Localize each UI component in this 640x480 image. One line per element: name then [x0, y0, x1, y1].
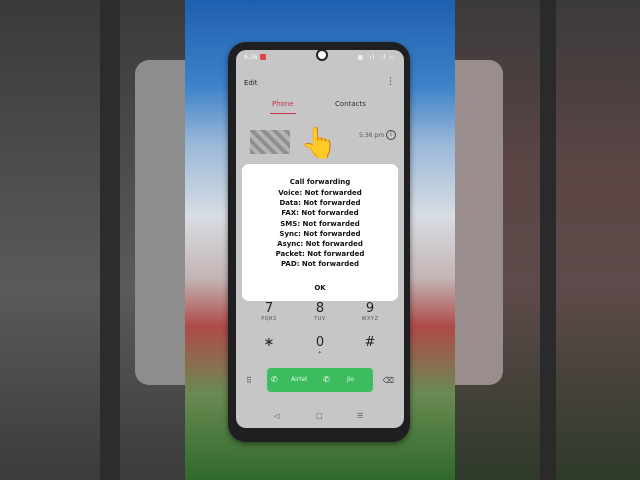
- key-0[interactable]: 0 +: [300, 335, 340, 357]
- status-fax: FAX: Not forwarded: [281, 209, 359, 218]
- nav-back-icon[interactable]: ◁: [274, 412, 279, 420]
- key-digit: 0: [315, 335, 325, 350]
- key-digit: ∗: [263, 335, 275, 350]
- dialog-title: Call forwarding: [289, 178, 351, 186]
- dialog-status-list: Voice: Not forwarded Data: Not forwarded…: [242, 188, 398, 270]
- key-letters: PQRS: [261, 316, 277, 322]
- ok-button[interactable]: OK: [308, 282, 332, 294]
- tab-phone[interactable]: Phone: [272, 100, 294, 108]
- more-options-icon[interactable]: ⋮: [386, 77, 395, 87]
- blurred-contact: [250, 130, 290, 154]
- background-left-card: [135, 60, 185, 385]
- call-forwarding-dialog: Call forwarding Voice: Not forwarded Dat…: [242, 164, 398, 301]
- background-right-card: [455, 60, 503, 385]
- status-sync: Sync: Not forwarded: [279, 229, 361, 238]
- backspace-icon[interactable]: ⌫: [383, 376, 394, 385]
- notification-badge: [260, 54, 266, 60]
- key-7[interactable]: 7 PQRS: [249, 301, 289, 323]
- background-left-strip: [100, 0, 120, 480]
- status-data: Data: Not forwarded: [279, 199, 361, 208]
- front-camera: [316, 49, 328, 61]
- background-right-strip: [540, 0, 556, 480]
- phone-icon[interactable]: ✆: [271, 375, 278, 384]
- key-hash[interactable]: #: [350, 336, 390, 350]
- active-tab-indicator: [270, 113, 296, 114]
- info-icon[interactable]: i: [386, 130, 396, 140]
- key-letters: TUV: [314, 316, 326, 322]
- navigation-bar: ◁ □ ☰: [236, 412, 404, 426]
- status-voice: Voice: Not forwarded: [278, 189, 362, 197]
- key-digit: 9: [365, 301, 375, 316]
- status-packet: Packet: Not forwarded: [275, 250, 365, 259]
- status-async: Async: Not forwarded: [277, 239, 363, 248]
- key-digit: #: [364, 335, 376, 350]
- status-sms: SMS: Not forwarded: [280, 219, 360, 228]
- key-star[interactable]: ∗: [249, 336, 289, 350]
- call-sim1-button[interactable]: Airtel: [291, 376, 307, 383]
- nav-home-icon[interactable]: □: [316, 412, 323, 420]
- phone-icon[interactable]: ✆: [323, 375, 330, 384]
- tab-contacts[interactable]: Contacts: [335, 100, 366, 108]
- edit-button[interactable]: Edit: [244, 79, 258, 87]
- dialpad-icon[interactable]: ⠿: [246, 376, 252, 385]
- nav-recents-icon[interactable]: ☰: [357, 412, 363, 420]
- call-buttons-bar: ✆ Airtel ✆ Jio: [267, 368, 373, 392]
- status-pad: PAD: Not forwarded: [280, 260, 360, 269]
- recent-call-time: 5:36 pm: [359, 132, 385, 139]
- key-8[interactable]: 8 TUV: [300, 301, 340, 323]
- status-time: 6:26: [244, 54, 258, 61]
- key-digit: 7: [264, 301, 274, 316]
- key-letters: +: [317, 350, 323, 356]
- key-digit: 8: [315, 301, 325, 316]
- call-sim2-button[interactable]: Jio: [347, 376, 354, 383]
- key-9[interactable]: 9 WXYZ: [350, 301, 390, 323]
- pointing-hand-icon: 👆: [300, 126, 338, 161]
- status-icons: ▦ .ıl .ıl ▭: [357, 54, 396, 61]
- key-letters: WXYZ: [361, 316, 379, 322]
